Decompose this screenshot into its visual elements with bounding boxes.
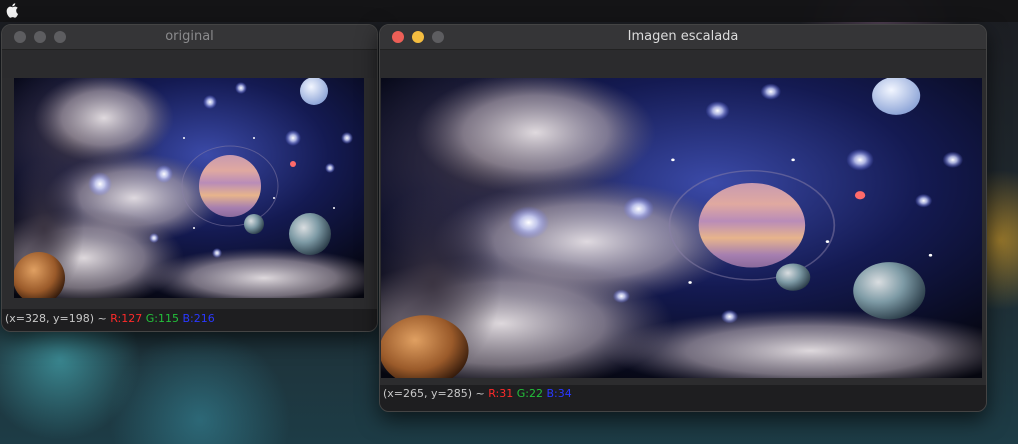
window-title: original [165,29,214,44]
red-channel-value: R:127 [110,312,143,325]
menu-bar [0,0,1018,22]
window-toolbar-area [2,50,377,78]
space-image[interactable] [381,78,982,378]
window-title: Imagen escalada [627,29,739,44]
window-titlebar[interactable]: Imagen escalada [380,25,986,50]
cursor-coordinates: (x=265, y=285) ~ [383,387,485,400]
blue-channel-value: B:34 [546,387,572,400]
space-scene-graphic [381,78,982,378]
scaled-image-window[interactable]: Imagen escalada (x=265, y=285) ~ R:31 G:… [379,24,987,412]
blue-channel-value: B:216 [182,312,215,325]
apple-icon[interactable] [6,2,20,18]
pixel-info-statusbar: (x=328, y=198) ~ R:127 G:115 B:216 [2,309,377,331]
window-toolbar-area [380,50,986,78]
green-channel-value: G:115 [145,312,179,325]
space-image[interactable] [14,78,364,298]
green-channel-value: G:22 [516,387,543,400]
space-scene-graphic [14,78,364,298]
red-channel-value: R:31 [488,387,514,400]
cursor-coordinates: (x=328, y=198) ~ [5,312,107,325]
pixel-info-statusbar: (x=265, y=285) ~ R:31 G:22 B:34 [380,385,986,411]
window-titlebar[interactable]: original [2,25,377,50]
original-image-window[interactable]: original (x=328, y=198) ~ R:127 G:115 B:… [1,24,378,332]
